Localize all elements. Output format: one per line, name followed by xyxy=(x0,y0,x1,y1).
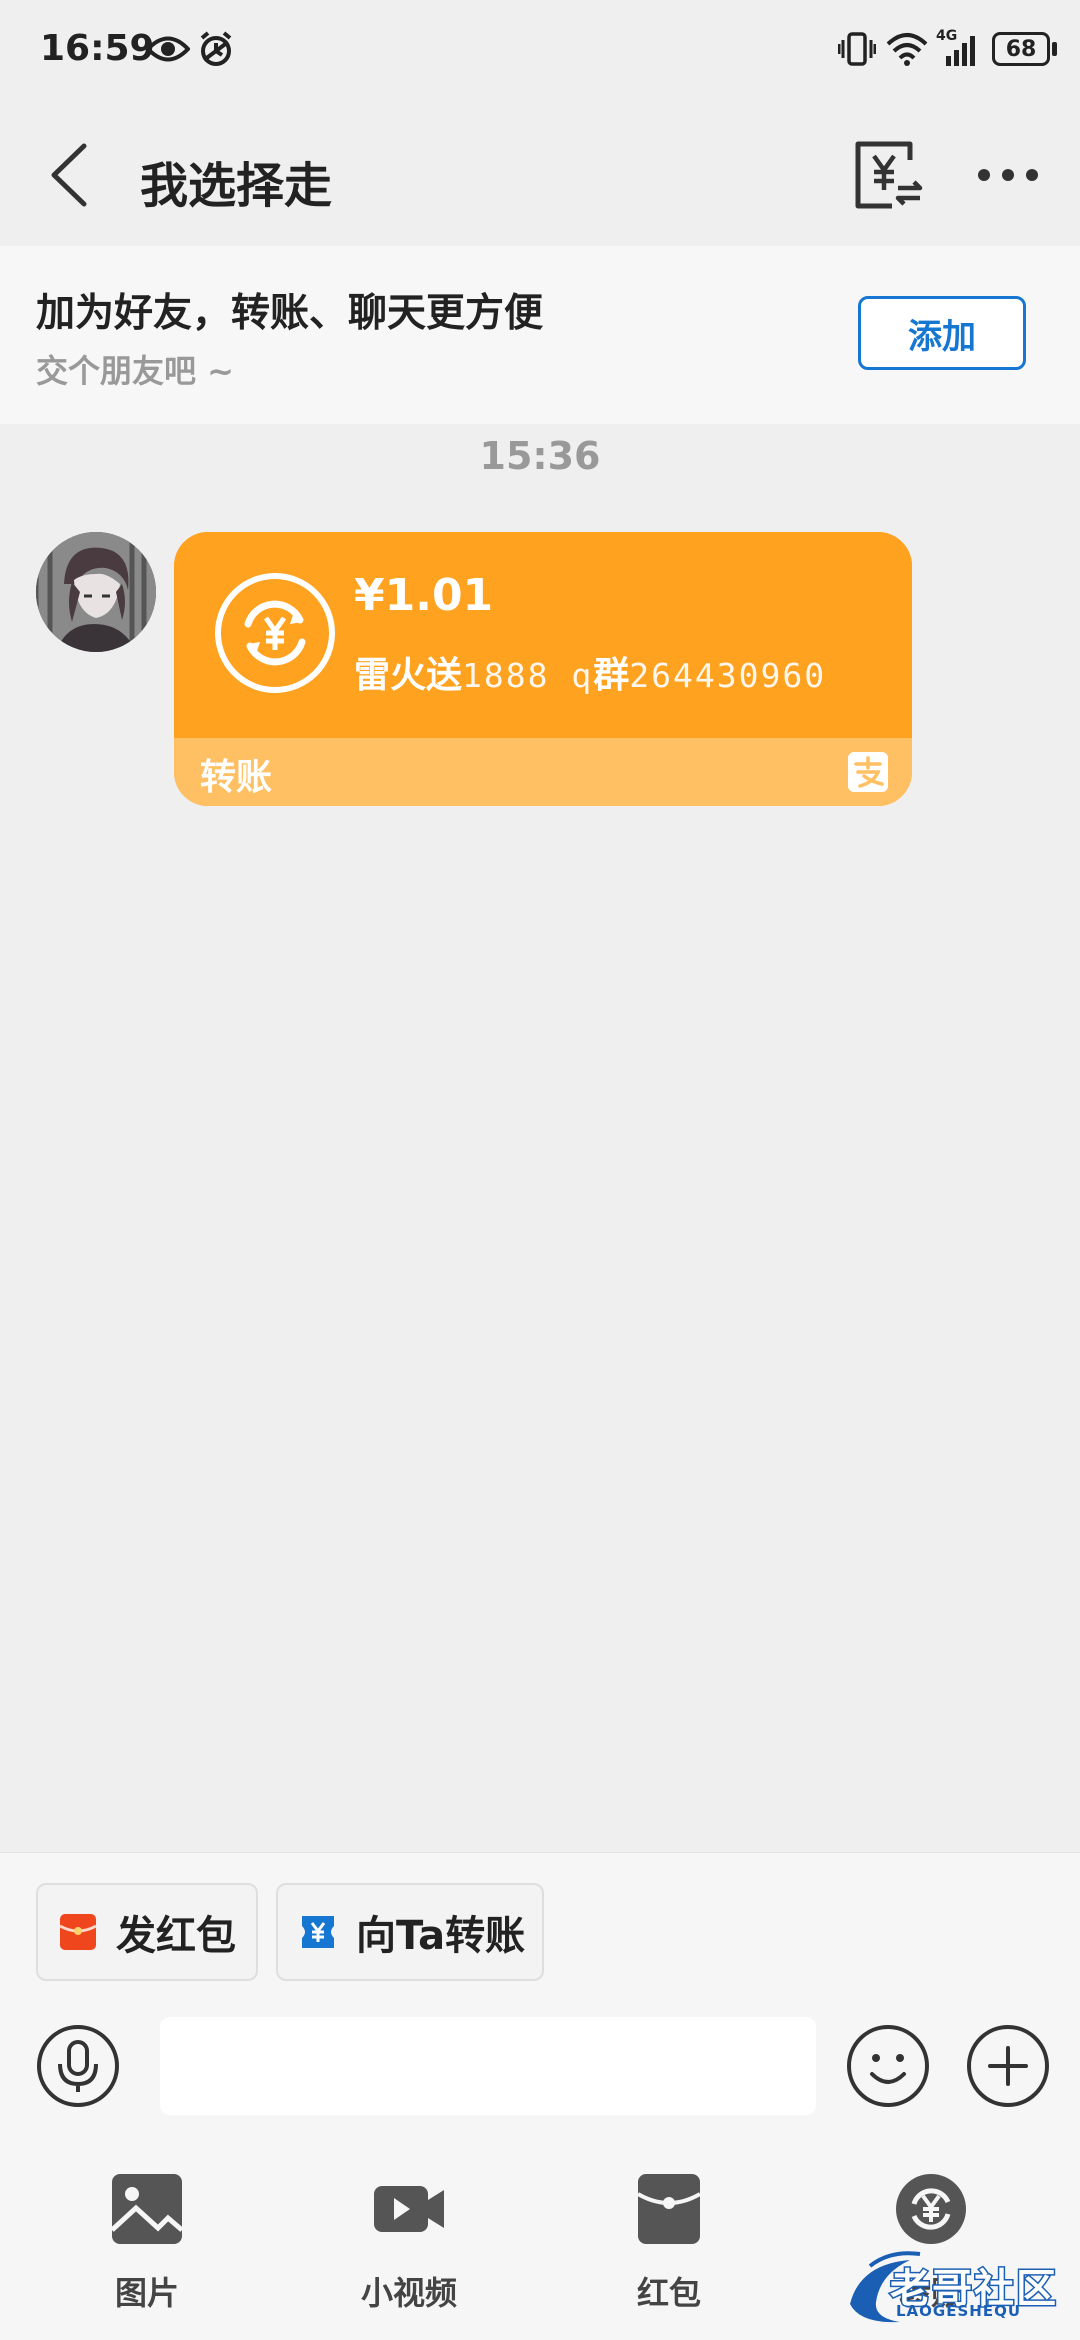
battery-level: 68 xyxy=(1005,36,1037,62)
quick-action-bar: 发红包 向Ta转账 xyxy=(0,1852,1080,2012)
transfer-amount: ¥1.01 xyxy=(354,570,494,621)
transfer-ticket-icon xyxy=(302,1916,334,1948)
status-bar: 16:59 4G 68 xyxy=(0,0,1080,100)
alarm-icon xyxy=(200,31,232,66)
transfer-card-body: ¥1.01 雷火送1888 q群264430960 xyxy=(174,532,912,738)
tool-photo-label: 图片 xyxy=(114,2274,179,2312)
emoji-icon[interactable] xyxy=(846,2024,930,2108)
status-time: 16:59 xyxy=(40,28,155,69)
eye-icon xyxy=(146,36,190,62)
back-arrow-icon[interactable] xyxy=(40,140,100,210)
transfer-note-part: 雷火送 xyxy=(354,655,463,696)
banner-subtitle: 交个朋友吧 ~ xyxy=(36,352,234,390)
transfer-note-part: 群 xyxy=(593,655,630,696)
transfer-note: 雷火送1888 q群264430960 xyxy=(354,646,826,698)
signal-icon xyxy=(946,36,975,66)
chat-header: 我选择走 xyxy=(0,100,1080,246)
transfer-label: 转账 xyxy=(200,757,273,798)
avatar-image xyxy=(36,532,156,652)
transfer-message-card[interactable]: ¥1.01 雷火送1888 q群264430960 转账 xyxy=(174,532,912,806)
red-packet-icon xyxy=(59,1914,97,1950)
transfer-note-part: 264430960 xyxy=(629,656,827,695)
tool-video-label: 小视频 xyxy=(360,2274,457,2312)
banner-title: 加为好友，转账、聊天更方便 xyxy=(36,291,544,336)
more-options-icon[interactable] xyxy=(976,152,1040,198)
transfer-note-part: 1888 q xyxy=(462,656,594,695)
add-friend-banner: 加为好友，转账、聊天更方便 交个朋友吧 ~ 添加 xyxy=(0,246,1080,424)
vibrate-icon xyxy=(838,32,876,66)
alipay-icon xyxy=(848,752,888,792)
avatar[interactable] xyxy=(36,532,156,652)
battery-indicator: 68 xyxy=(992,32,1050,66)
wifi-icon xyxy=(886,33,928,66)
watermark-logo: 老哥社区 LAOGESHEQU xyxy=(840,2244,1070,2330)
microphone-icon[interactable] xyxy=(36,2024,120,2108)
add-friend-button[interactable]: 添加 xyxy=(858,296,1026,370)
video-icon xyxy=(374,2186,444,2232)
transfer-to-ta-label: 向Ta转账 xyxy=(356,1913,526,1959)
transfer-record-icon[interactable] xyxy=(852,138,926,212)
input-row xyxy=(0,2012,1080,2132)
watermark-subtext: LAOGESHEQU xyxy=(896,2302,1022,2320)
transfer-yuan-icon xyxy=(215,573,335,693)
tool-red-packet-label: 红包 xyxy=(636,2274,701,2312)
transfer-icon xyxy=(896,2174,966,2244)
message-input[interactable] xyxy=(160,2017,816,2115)
tool-red-packet[interactable]: 红包 xyxy=(584,2172,754,2322)
send-red-packet-label: 发红包 xyxy=(116,1913,236,1959)
transfer-to-ta-button[interactable]: 向Ta转账 xyxy=(276,1883,544,1981)
send-red-packet-button[interactable]: 发红包 xyxy=(36,1883,258,1981)
message-timestamp: 15:36 xyxy=(479,434,601,478)
photo-icon xyxy=(110,2174,184,2244)
plus-icon[interactable] xyxy=(966,2024,1050,2108)
tool-video[interactable]: 小视频 xyxy=(324,2172,494,2322)
red-packet-icon xyxy=(636,2174,702,2244)
tool-photo[interactable]: 图片 xyxy=(62,2172,232,2322)
transfer-card-footer: 转账 xyxy=(174,738,912,806)
chat-title: 我选择走 xyxy=(140,158,333,214)
battery-tip xyxy=(1052,42,1057,56)
